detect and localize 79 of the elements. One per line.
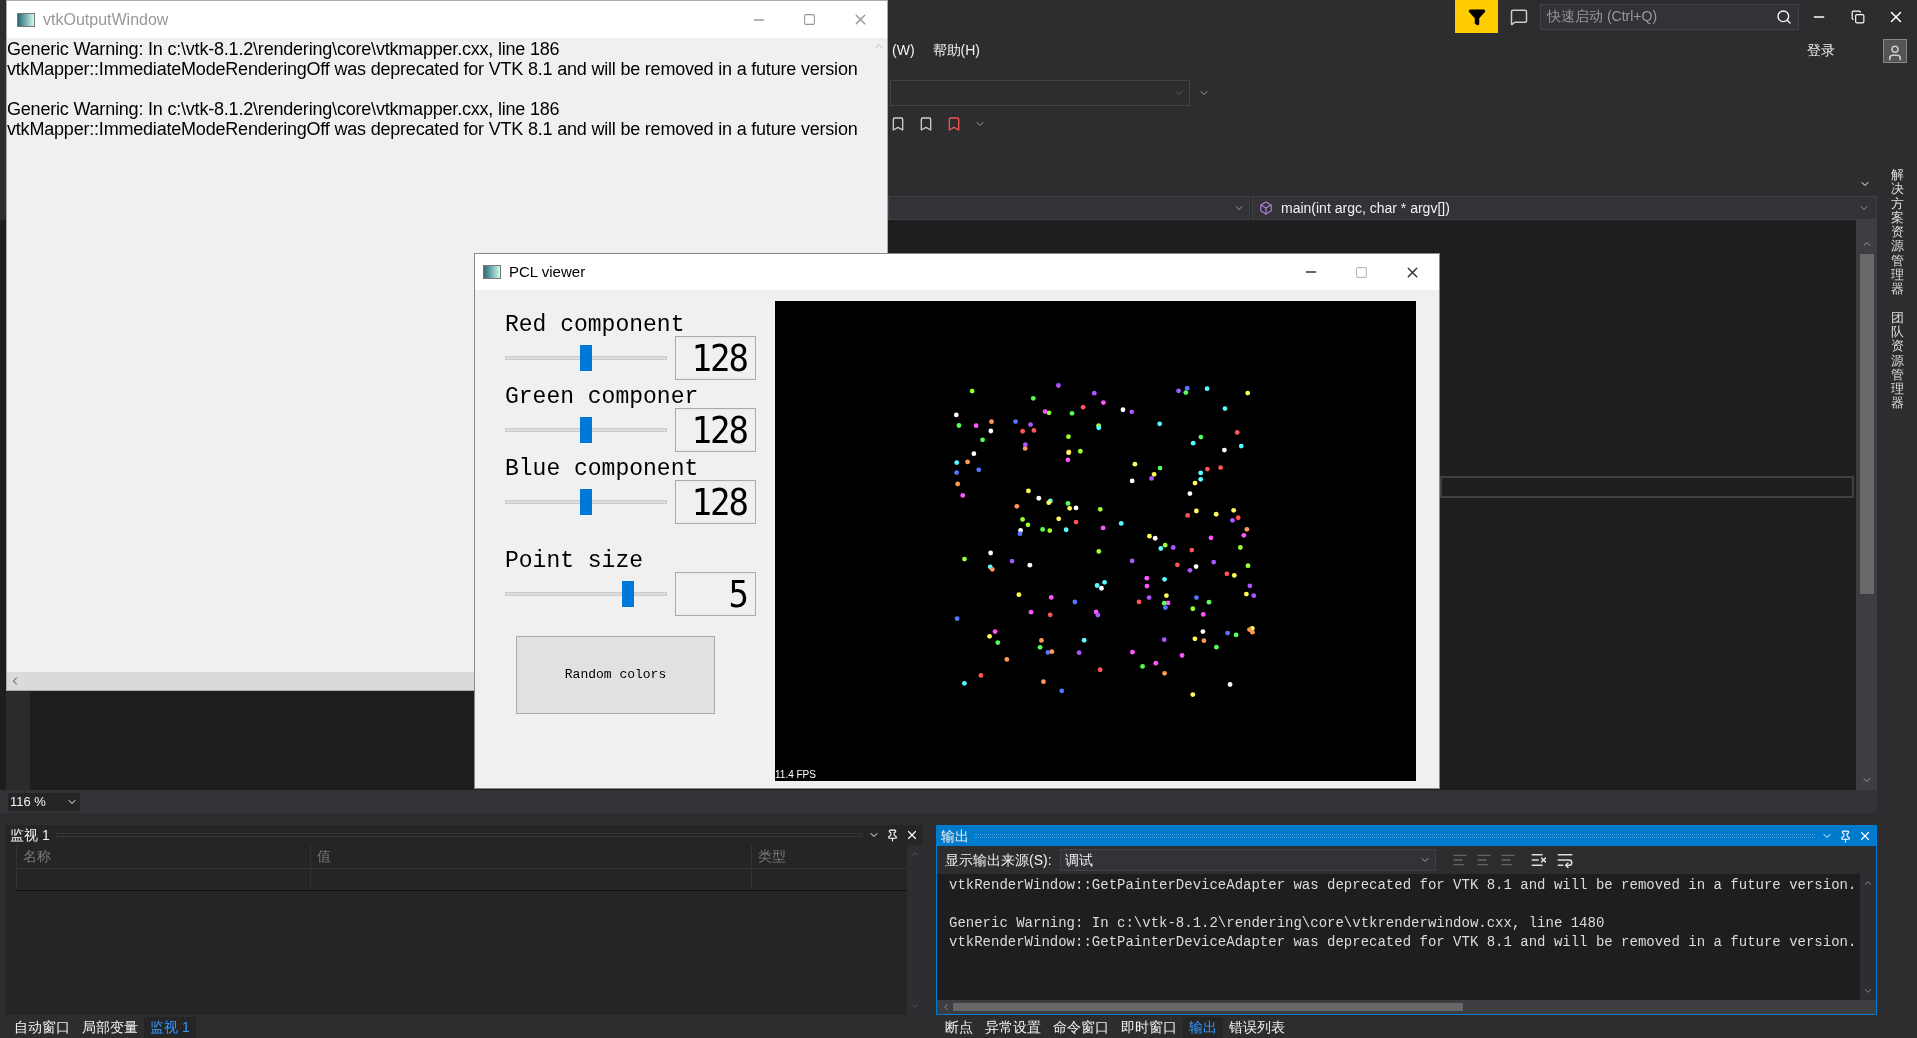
scroll-up-icon[interactable] <box>910 849 920 859</box>
panel-tab[interactable]: 局部变量 <box>76 1017 144 1038</box>
side-tab[interactable]: 解决方案资源管理器 <box>1890 168 1904 297</box>
lcd-display: 128 <box>675 480 756 524</box>
fps-counter: 11.4 FPS <box>775 769 816 781</box>
app-icon <box>483 265 501 279</box>
output-line: Generic Warning: In c:\vtk-8.1.2\rendering\core\vtkrenderwindow.cxx, line 1480 <box>949 914 1606 933</box>
menu-item[interactable]: 帮助(H) <box>932 40 980 61</box>
source-dropdown[interactable]: 调试 <box>1059 849 1436 871</box>
panel-tab[interactable]: 监视 1 <box>144 1017 196 1038</box>
close-icon[interactable] <box>905 828 919 842</box>
slider[interactable] <box>505 345 667 371</box>
zoom-dropdown[interactable]: 116 % <box>8 792 80 811</box>
clear-all-icon[interactable] <box>1529 851 1548 869</box>
word-wrap-icon[interactable] <box>1555 851 1574 869</box>
control-label: Red component <box>505 312 686 338</box>
align-icon[interactable] <box>1451 852 1468 868</box>
window-title: PCL viewer <box>509 261 587 282</box>
control-label: Green componer <box>505 384 700 410</box>
pin-icon[interactable] <box>886 828 899 842</box>
quick-launch-field[interactable]: 快速启动 (Ctrl+Q) <box>1540 3 1799 30</box>
slider[interactable] <box>505 489 667 515</box>
funnel-icon <box>1467 7 1486 26</box>
menu-item[interactable]: (W) <box>892 40 915 61</box>
column-header[interactable]: 名称 <box>16 845 310 868</box>
scroll-down-icon[interactable] <box>1863 986 1873 996</box>
bookmark-icon[interactable] <box>890 116 906 132</box>
quick-launch-input[interactable]: 快速启动 (Ctrl+Q) <box>1547 6 1776 27</box>
slider[interactable] <box>505 581 667 607</box>
panel-tab[interactable]: 断点 <box>939 1017 979 1038</box>
align-icon[interactable] <box>1475 852 1492 868</box>
horizontal-scrollbar[interactable] <box>937 1000 1876 1014</box>
panel-title: 监视 1 <box>10 825 50 845</box>
function-dropdown[interactable]: main(int argc, char * argv[]) <box>1252 196 1877 220</box>
avatar-icon[interactable] <box>1883 38 1907 63</box>
align-icon[interactable] <box>1499 852 1516 868</box>
source-label: 显示输出来源(S): <box>945 850 1052 870</box>
maximize-icon[interactable] <box>803 13 816 26</box>
column-header[interactable]: 值 <box>310 845 751 868</box>
cube-icon <box>1259 201 1273 215</box>
log-line: Generic Warning: In c:\vtk-8.1.2\rendering\core\vtkmapper.cxx, line 186 <box>7 99 561 119</box>
panel-tab[interactable]: 输出 <box>1183 1017 1223 1038</box>
filter-button[interactable] <box>1455 0 1498 33</box>
slider-thumb[interactable] <box>580 489 592 515</box>
panel-tab[interactable]: 异常设置 <box>979 1017 1047 1038</box>
slider-thumb[interactable] <box>580 345 592 371</box>
log-line: vtkMapper::ImmediateModeRenderingOff was deprecated for VTK 8.1 and will be removed in a future version <box>7 59 859 79</box>
control-label: Blue component <box>505 456 700 482</box>
scroll-left-icon[interactable] <box>941 1002 951 1012</box>
output-line: vtkRenderWindow::GetPainterDeviceAdapter was deprecated for VTK 8.1 and will be removed in a future version. <box>949 933 1858 952</box>
search-icon <box>1776 8 1792 25</box>
panel-tab[interactable]: 错误列表 <box>1223 1017 1291 1038</box>
lcd-display: 5 <box>675 572 756 616</box>
scroll-up-icon[interactable] <box>1863 878 1873 888</box>
side-tab[interactable]: 团队资源管理器 <box>1890 310 1904 411</box>
app-icon <box>17 12 35 27</box>
feedback-icon[interactable] <box>1510 7 1528 26</box>
panel-tab[interactable]: 命令窗口 <box>1047 1017 1115 1038</box>
sign-in-link[interactable]: 登录 <box>1807 40 1835 61</box>
lcd-display: 128 <box>675 336 756 380</box>
vertical-scrollbar[interactable] <box>1856 220 1877 790</box>
slider-thumb[interactable] <box>622 581 634 607</box>
panel-tab[interactable]: 即时窗口 <box>1115 1017 1183 1038</box>
random-colors-button[interactable]: Random colors <box>516 636 715 714</box>
bookmark-icon[interactable] <box>946 116 962 132</box>
slider[interactable] <box>505 417 667 443</box>
maximize-icon[interactable] <box>1355 265 1368 279</box>
log-line: vtkMapper::ImmediateModeRenderingOff was deprecated for VTK 8.1 and will be removed in a future version <box>7 119 859 139</box>
panel-tab[interactable]: 自动窗口 <box>8 1017 76 1038</box>
control-label: Point size <box>505 548 645 574</box>
lcd-display: 128 <box>675 408 756 452</box>
restore-icon[interactable] <box>1851 9 1865 24</box>
output-line: vtkRenderWindow::GetPainterDeviceAdapter was deprecated for VTK 8.1 and will be removed in a future version. <box>949 876 1858 895</box>
slider-thumb[interactable] <box>580 417 592 443</box>
log-line: Generic Warning: In c:\vtk-8.1.2\rendering\core\vtkmapper.cxx, line 186 <box>7 39 561 59</box>
scroll-down-icon[interactable] <box>910 1001 920 1011</box>
panel-title: 输出 <box>941 826 969 846</box>
bookmark-icon[interactable] <box>918 116 934 132</box>
window-title: vtkOutputWindow <box>43 9 170 30</box>
